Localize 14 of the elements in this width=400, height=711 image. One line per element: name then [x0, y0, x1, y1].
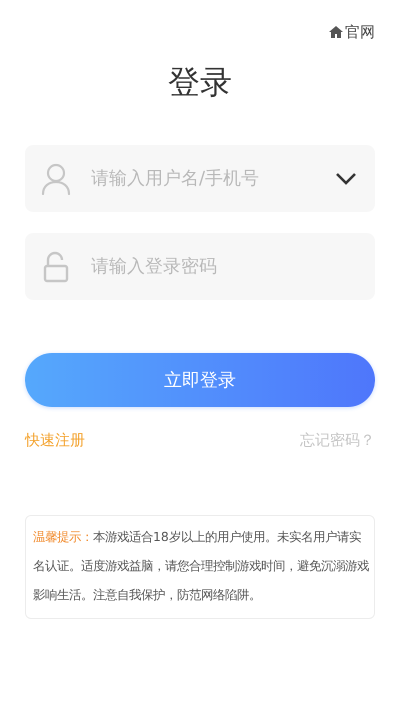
- register-link[interactable]: 快速注册: [25, 431, 85, 450]
- login-button[interactable]: 立即登录: [25, 353, 375, 407]
- lock-icon: [41, 250, 71, 282]
- forgot-password-link[interactable]: 忘记密码？: [300, 431, 375, 450]
- account-field[interactable]: 请输入用户名/手机号: [25, 145, 375, 212]
- chevron-down-icon[interactable]: [335, 172, 357, 185]
- user-icon: [41, 162, 71, 194]
- password-input[interactable]: 请输入登录密码: [89, 255, 357, 278]
- home-link[interactable]: 官网: [329, 22, 375, 42]
- home-icon: [329, 26, 343, 38]
- notice-text: 温馨提示：本游戏适合18岁以上的用户使用。未实名用户请实名认证。适度游戏益脑，请您合理控制游戏时间，避免沉溺游戏影响生活。注意自我保护，防范网络陷阱。: [25, 515, 375, 619]
- page-title: 登录: [168, 62, 232, 103]
- account-input[interactable]: 请输入用户名/手机号: [89, 167, 317, 190]
- password-field[interactable]: 请输入登录密码: [25, 233, 375, 300]
